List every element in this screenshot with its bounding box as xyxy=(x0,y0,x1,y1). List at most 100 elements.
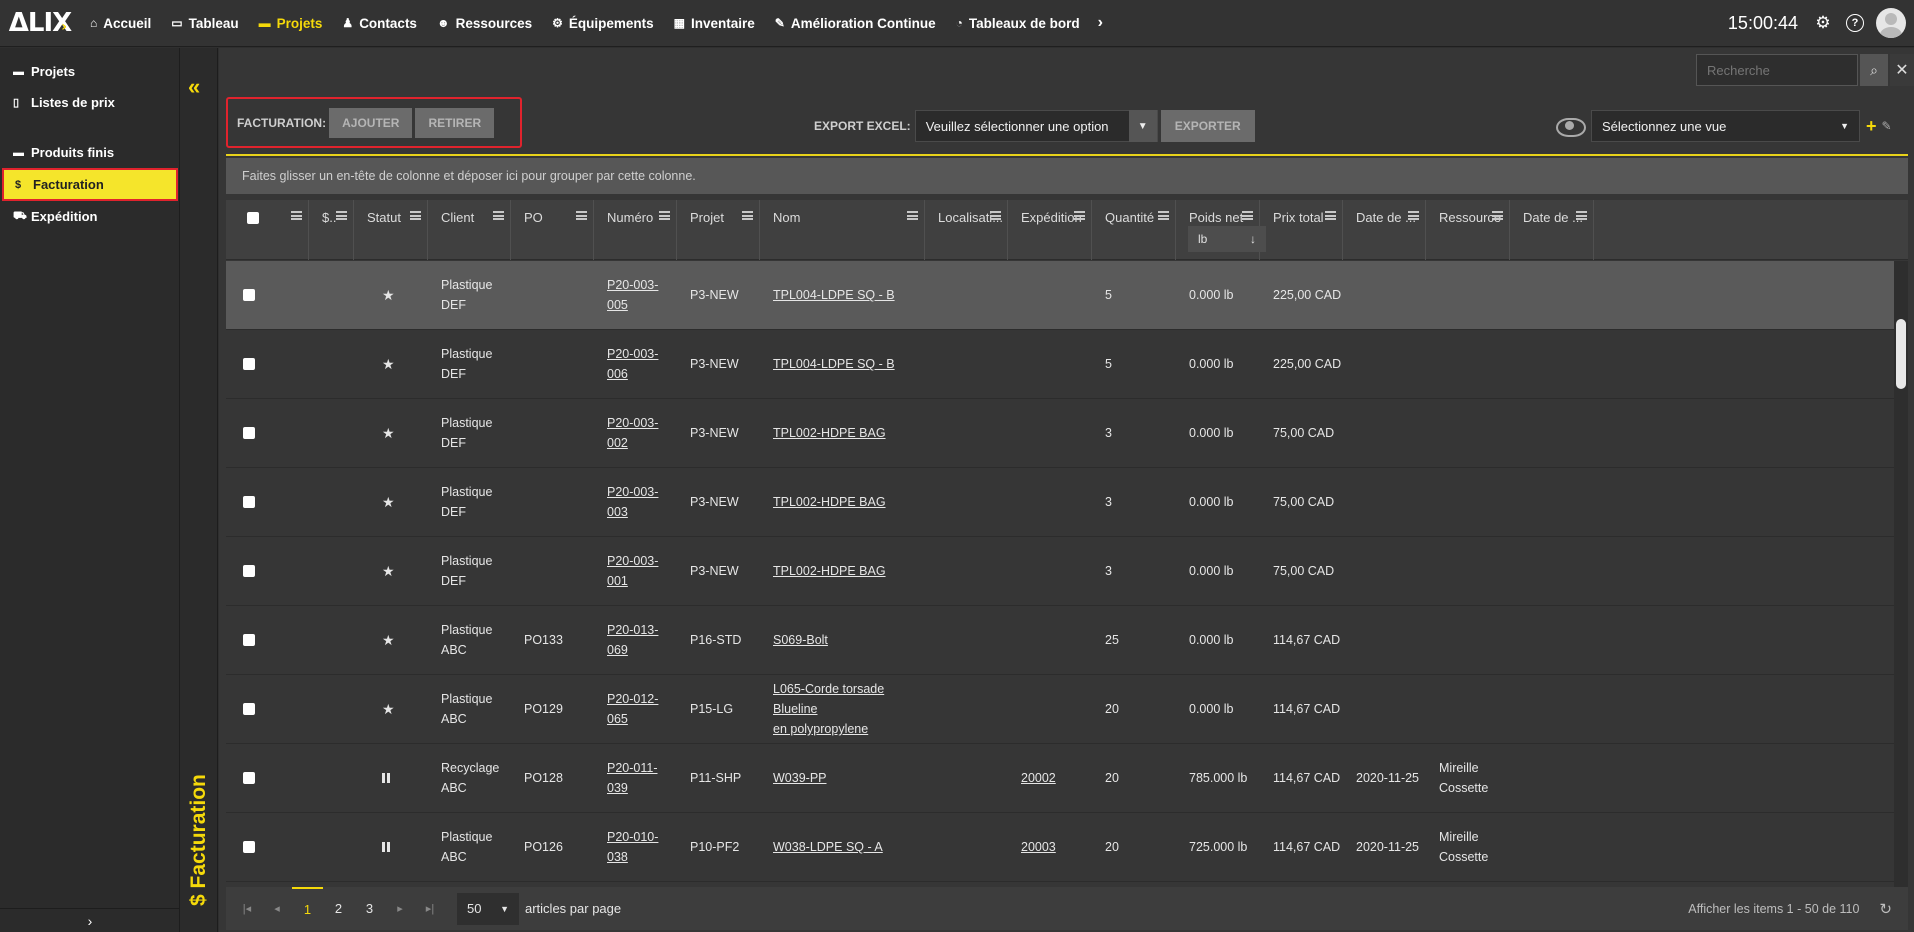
expedition-link[interactable] xyxy=(1008,675,1092,743)
page-2-button[interactable]: 2 xyxy=(323,887,354,930)
column-header-expedition[interactable]: Expédition xyxy=(1008,200,1092,260)
expedition-link[interactable] xyxy=(1008,330,1092,398)
weight-unit-select[interactable]: lb ↓ xyxy=(1188,226,1266,252)
numero-link[interactable]: P20-003- 001 xyxy=(594,537,677,605)
numero-link[interactable]: P20-013- 069 xyxy=(594,606,677,674)
column-menu-icon[interactable] xyxy=(1408,211,1419,220)
nav-item-ressources[interactable]: ☻ Ressources xyxy=(427,0,542,47)
column-header-nom[interactable]: Nom xyxy=(760,200,925,260)
column-menu-icon[interactable] xyxy=(990,211,1001,220)
column-menu-icon[interactable] xyxy=(1576,211,1587,220)
row-select-cell[interactable] xyxy=(226,813,309,881)
table-row[interactable]: ★ Plastique DEF P20-003- 002 P3-NEW TPL002-HDP… xyxy=(226,399,1894,468)
column-menu-icon[interactable] xyxy=(659,211,670,220)
grid-scrollbar[interactable] xyxy=(1894,261,1908,887)
caret-down-icon[interactable]: ▼ xyxy=(1128,110,1157,142)
expedition-link[interactable] xyxy=(1008,606,1092,674)
table-row[interactable]: Plastique ABC PO126 P20-010- 038 P10-PF2 W038-… xyxy=(226,813,1894,882)
column-menu-icon[interactable] xyxy=(576,211,587,220)
row-checkbox[interactable] xyxy=(243,496,255,508)
column-header-po[interactable]: PO xyxy=(511,200,594,260)
nom-link[interactable]: TPL004-LDPE SQ - B xyxy=(760,261,925,329)
row-select-cell[interactable] xyxy=(226,330,309,398)
table-row[interactable]: ★ Plastique DEF P20-003- 005 P3-NEW TPL004-LDP… xyxy=(226,261,1894,330)
column-header-client[interactable]: Client xyxy=(428,200,511,260)
column-header-prix-total[interactable]: Prix total xyxy=(1260,200,1343,260)
column-menu-icon[interactable] xyxy=(1492,211,1503,220)
column-header-[interactable]: $.. xyxy=(309,200,354,260)
page-size-select[interactable]: 50 ▼ xyxy=(457,892,519,925)
numero-link[interactable]: P20-003- 006 xyxy=(594,330,677,398)
sidebar-expand-chevron-icon[interactable]: › xyxy=(0,908,180,932)
expedition-link[interactable] xyxy=(1008,537,1092,605)
export-option-select[interactable]: Veuillez sélectionner une option ▼ xyxy=(914,110,1158,142)
column-header-projet[interactable]: Projet xyxy=(677,200,760,260)
retirer-button[interactable]: RETIRER xyxy=(415,107,495,138)
scrollbar-thumb[interactable] xyxy=(1896,319,1906,389)
add-view-plus-icon[interactable]: + xyxy=(1866,116,1877,137)
row-checkbox[interactable] xyxy=(243,565,255,577)
table-row[interactable]: ★ Plastique ABC PO133 P20-013- 069 P16-STD S069… xyxy=(226,606,1894,675)
nav-item-accueil[interactable]: ⌂ Accueil xyxy=(80,0,161,47)
eye-icon[interactable] xyxy=(1555,116,1586,137)
search-input[interactable] xyxy=(1696,54,1858,86)
table-row[interactable]: ★ Plastique ABC PO129 P20-012- 065 P15-LG L065-… xyxy=(226,675,1894,744)
row-checkbox[interactable] xyxy=(243,703,255,715)
nom-link[interactable]: TPL002-HDPE BAG xyxy=(760,399,925,467)
table-row[interactable]: ★ Plastique DEF P20-003- 006 P3-NEW TPL004-LDP… xyxy=(226,330,1894,399)
row-select-cell[interactable] xyxy=(226,468,309,536)
column-menu-icon[interactable] xyxy=(1242,211,1253,220)
column-menu-icon[interactable] xyxy=(742,211,753,220)
row-checkbox[interactable] xyxy=(243,289,255,301)
column-header-localisati[interactable]: Localisati... xyxy=(925,200,1008,260)
group-drop-zone[interactable]: Faites glisser un en-tête de colonne et … xyxy=(226,158,1908,194)
exporter-button[interactable]: EXPORTER xyxy=(1160,110,1255,142)
row-select-cell[interactable] xyxy=(226,606,309,674)
prev-page-icon[interactable]: ◂ xyxy=(262,902,292,915)
sidebar-item-listes-de-prix[interactable]: ▯ Listes de prix xyxy=(0,87,180,118)
column-menu-icon[interactable] xyxy=(1158,211,1169,220)
expedition-link[interactable] xyxy=(1008,399,1092,467)
row-select-cell[interactable] xyxy=(226,744,309,812)
nom-link[interactable]: W039-PP xyxy=(760,744,925,812)
column-menu-icon[interactable] xyxy=(1325,211,1336,220)
settings-gear-icon[interactable]: ⚙ xyxy=(1812,12,1834,34)
row-checkbox[interactable] xyxy=(243,772,255,784)
numero-link[interactable]: P20-010- 038 xyxy=(594,813,677,881)
column-header-poids-net[interactable]: Poids net lb ↓ xyxy=(1176,200,1266,260)
sidebar-item-facturation[interactable]: $ Facturation xyxy=(2,168,178,201)
next-page-icon[interactable]: ▸ xyxy=(385,902,415,915)
row-checkbox[interactable] xyxy=(243,841,255,853)
nav-item-inventaire[interactable]: ▦ Inventaire xyxy=(664,0,765,47)
numero-link[interactable]: P20-011- 039 xyxy=(594,744,677,812)
page-1-button[interactable]: 1 xyxy=(292,887,323,930)
view-select[interactable]: Sélectionnez une vue ▼ xyxy=(1591,110,1860,142)
nav-item-projets[interactable]: ▬ Projets xyxy=(249,0,333,47)
expedition-link[interactable]: 20002 xyxy=(1008,744,1092,812)
nom-link[interactable]: W038-LDPE SQ - A xyxy=(760,813,925,881)
table-row[interactable]: ★ Plastique DEF P20-003- 001 P3-NEW TPL002-HDP… xyxy=(226,537,1894,606)
nav-item-contacts[interactable]: ♟ Contacts xyxy=(332,0,427,47)
app-logo[interactable]: ΔLIX › xyxy=(0,0,80,47)
sidebar-item-expedition[interactable]: ⛟ Expédition xyxy=(0,201,180,232)
nom-link[interactable]: TPL004-LDPE SQ - B xyxy=(760,330,925,398)
numero-link[interactable]: P20-012- 065 xyxy=(594,675,677,743)
column-header-statut[interactable]: Statut xyxy=(354,200,428,260)
table-row[interactable]: ★ Plastique DEF P20-003- 003 P3-NEW TPL002-HDP… xyxy=(226,468,1894,537)
table-row[interactable]: Recyclage ABC PO128 P20-011- 039 P11-SHP W039-… xyxy=(226,744,1894,813)
numero-link[interactable]: P20-003- 003 xyxy=(594,468,677,536)
row-select-cell[interactable] xyxy=(226,399,309,467)
column-header-ressource[interactable]: Ressource xyxy=(1426,200,1510,260)
column-header-date-de[interactable]: Date de ... xyxy=(1343,200,1426,260)
column-menu-icon[interactable] xyxy=(493,211,504,220)
last-page-icon[interactable]: ▸| xyxy=(415,902,445,915)
ajouter-button[interactable]: AJOUTER xyxy=(329,107,413,138)
numero-link[interactable]: P20-003- 002 xyxy=(594,399,677,467)
nav-more-chevron-icon[interactable]: › xyxy=(1090,14,1111,32)
column-header-select[interactable] xyxy=(226,200,309,260)
column-menu-icon[interactable] xyxy=(1074,211,1085,220)
column-header-numero[interactable]: Numéro xyxy=(594,200,677,260)
expedition-link[interactable] xyxy=(1008,261,1092,329)
nav-item-tableau[interactable]: ▭ Tableau xyxy=(161,0,248,47)
nom-link[interactable]: L065-Corde torsade Blueline en polypropyl… xyxy=(760,675,925,743)
